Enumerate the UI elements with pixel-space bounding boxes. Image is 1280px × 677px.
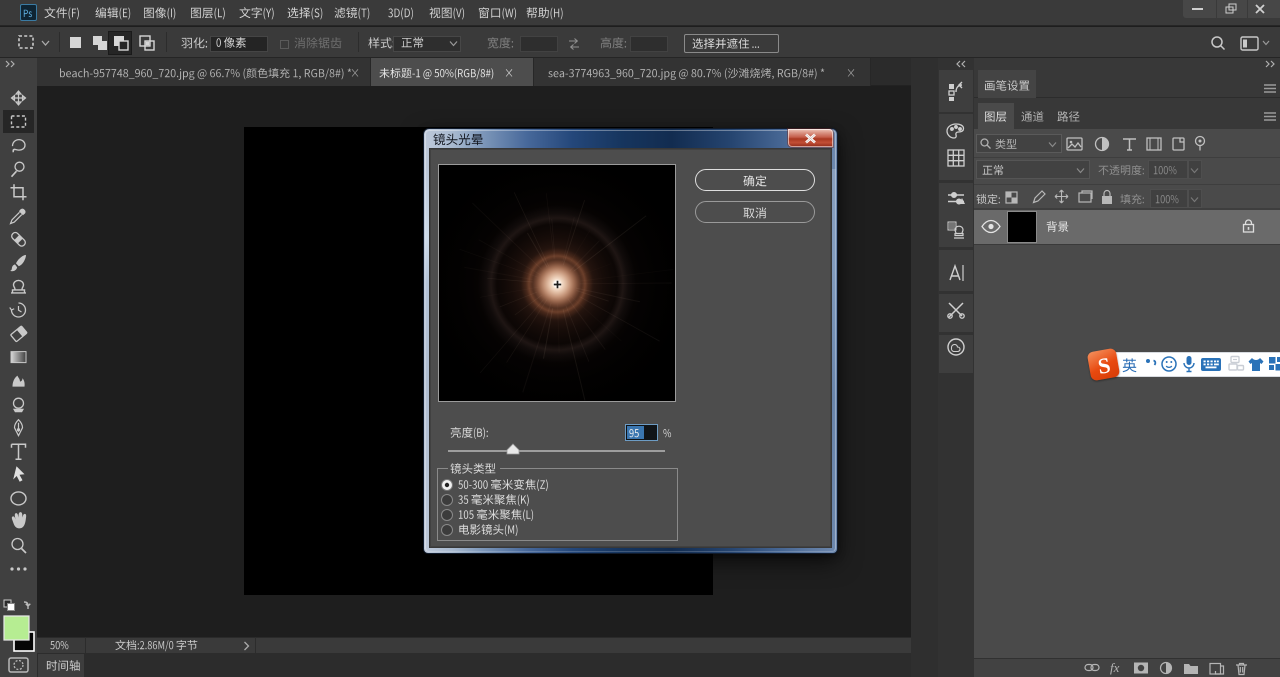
svg-text:fx: fx [1110,660,1120,675]
svg-text:S: S [1096,352,1112,379]
